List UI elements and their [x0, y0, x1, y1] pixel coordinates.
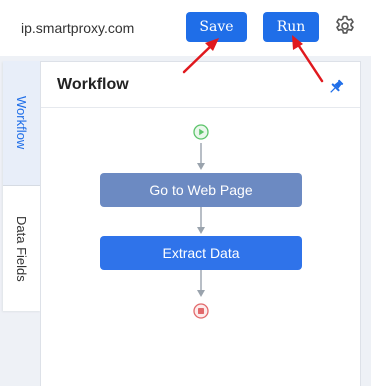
- connector-arrow-icon: [197, 143, 205, 170]
- tab-data-fields[interactable]: Data Fields: [3, 186, 40, 311]
- panel-title: Workflow: [57, 76, 129, 93]
- panel-divider: [41, 107, 360, 108]
- site-url: ip.smartproxy.com: [21, 20, 135, 36]
- run-button[interactable]: Run: [263, 12, 319, 42]
- tab-data-fields-label: Data Fields: [14, 215, 29, 282]
- pin-icon[interactable]: [327, 78, 345, 96]
- connector-arrow-icon: [197, 207, 205, 234]
- tab-workflow[interactable]: Workflow: [3, 61, 40, 186]
- side-tabs: Workflow Data Fields: [3, 61, 41, 311]
- step-extract-data[interactable]: Extract Data: [100, 236, 302, 270]
- save-button[interactable]: Save: [186, 12, 247, 42]
- workflow-panel: Workflow Go to Web Page Extract Data: [40, 61, 361, 386]
- step-go-to-web-page[interactable]: Go to Web Page: [100, 173, 302, 207]
- gear-icon[interactable]: [333, 14, 357, 38]
- top-bar: ip.smartproxy.com Save Run: [0, 0, 371, 56]
- connector-arrow-icon: [197, 270, 205, 297]
- tab-workflow-label: Workflow: [14, 96, 29, 150]
- end-node-icon[interactable]: [193, 303, 209, 319]
- start-node-icon[interactable]: [193, 124, 209, 140]
